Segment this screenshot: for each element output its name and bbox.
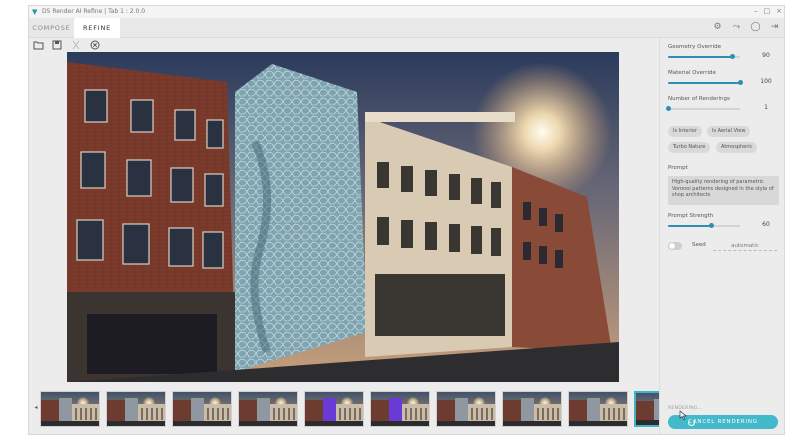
share-icon[interactable]: ⤳ xyxy=(731,22,742,33)
prompt-strength-slider: Prompt Strength 60 xyxy=(668,213,780,235)
slider-fill xyxy=(668,56,733,58)
thumbnail-win xyxy=(405,408,427,420)
slider-handle[interactable] xyxy=(665,106,671,111)
tab-compose[interactable]: COMPOSE xyxy=(29,18,74,38)
number-of-renderings-slider: Number of Renderings 1 xyxy=(665,96,780,118)
chip-turbo-nature[interactable]: Turbo Nature xyxy=(668,142,711,153)
slider-track[interactable] xyxy=(668,80,743,85)
slider-fill xyxy=(668,82,740,84)
slider-value: 100 xyxy=(760,78,772,85)
mouse-cursor-icon xyxy=(679,410,687,420)
thumbnail-street xyxy=(503,421,561,426)
folder-icon[interactable] xyxy=(32,40,44,52)
thumbnail-item[interactable] xyxy=(304,391,364,427)
thumbnail-item[interactable] xyxy=(568,391,628,427)
thumbnail-win xyxy=(537,408,559,420)
thumbnail-street xyxy=(305,421,363,426)
material-override-slider: Material Override 100 xyxy=(668,70,780,92)
prompt-label: Prompt xyxy=(668,165,688,171)
thumbnail-item[interactable] xyxy=(40,391,100,427)
top-icon-group: ⚙ ⤳ ◯ ⇥ xyxy=(712,22,780,33)
thumbnail-item[interactable] xyxy=(370,391,430,427)
slider-track[interactable] xyxy=(665,106,740,111)
settings-panel: Geometry Override 90 Material Override 1… xyxy=(659,38,784,434)
slider-label: Material Override xyxy=(668,70,716,76)
thumbnail-street xyxy=(569,421,627,426)
gear-icon[interactable]: ⚙ xyxy=(712,22,723,33)
title-bar: ▼ D5 Render AI Refine | Tab 1 : 2.0.0 – … xyxy=(29,6,784,18)
cancel-rendering-label: CANCEL RENDERING xyxy=(688,419,758,425)
slider-handle[interactable] xyxy=(730,54,736,59)
spinner-icon xyxy=(688,418,695,426)
slider-value: 60 xyxy=(762,221,770,228)
tab-refine[interactable]: REFINE xyxy=(74,18,120,38)
slider-fill xyxy=(668,225,712,227)
thumbnail-item[interactable] xyxy=(436,391,496,427)
app-logo-icon: ▼ xyxy=(32,8,38,16)
window-controls: – □ × xyxy=(754,7,782,16)
slider-track[interactable] xyxy=(668,54,740,59)
app-window: ▼ D5 Render AI Refine | Tab 1 : 2.0.0 – … xyxy=(28,5,785,435)
slider-handle[interactable] xyxy=(737,80,743,85)
thumbnail-win xyxy=(471,408,493,420)
scroll-right-button[interactable]: ▸ xyxy=(648,403,656,413)
rendered-image-canvas xyxy=(67,52,619,382)
window-title: D5 Render AI Refine | Tab 1 : 2.0.0 xyxy=(42,8,146,15)
thumbnail-item[interactable] xyxy=(106,391,166,427)
slider-value: 1 xyxy=(764,104,768,111)
circle-x-icon[interactable] xyxy=(89,40,101,52)
geometry-override-slider: Geometry Override 90 xyxy=(668,44,780,66)
seed-toggle[interactable] xyxy=(668,242,682,250)
chip-atmospheric[interactable]: Atmospheric xyxy=(716,142,758,153)
rendered-image xyxy=(67,52,619,382)
maximize-button[interactable]: □ xyxy=(764,7,771,16)
slider-value: 90 xyxy=(762,52,770,59)
save-icon[interactable] xyxy=(51,40,63,52)
thumbnail-street xyxy=(371,421,429,426)
thumbnail-win xyxy=(75,408,97,420)
slider-label: Prompt Strength xyxy=(668,213,714,219)
thumbnail-win xyxy=(141,408,163,420)
slider-label: Geometry Override xyxy=(668,44,721,50)
logout-icon[interactable]: ⇥ xyxy=(769,22,780,33)
seed-input[interactable] xyxy=(713,241,777,251)
tab-bar: COMPOSE REFINE ⚙ ⤳ ◯ ⇥ xyxy=(29,18,784,38)
thumbnail-street xyxy=(239,421,297,426)
prompt-input[interactable]: High-quality rendering of parametric Vor… xyxy=(668,176,779,205)
thumbnail-item[interactable] xyxy=(502,391,562,427)
thumbnail-strip: ◂ ▸ xyxy=(29,388,694,430)
thumbnail-street xyxy=(437,421,495,426)
thumbnail-win xyxy=(603,408,625,420)
toggle-knob xyxy=(669,243,675,249)
close-window-button[interactable]: × xyxy=(776,7,782,16)
minimize-button[interactable]: – xyxy=(754,7,758,16)
thumbnail-win xyxy=(207,408,229,420)
thumbnail-street xyxy=(173,421,231,426)
crop-icon[interactable] xyxy=(70,40,82,52)
slider-track[interactable] xyxy=(668,223,740,228)
chip-is-aerial-view[interactable]: Is Aerial View xyxy=(707,126,751,137)
slider-label: Number of Renderings xyxy=(668,96,730,102)
thumbnail-street xyxy=(107,421,165,426)
thumbnail-win xyxy=(339,408,361,420)
seed-label: Seed xyxy=(692,242,706,248)
scroll-left-button[interactable]: ◂ xyxy=(32,403,40,413)
thumbnail-item[interactable] xyxy=(172,391,232,427)
slider-handle[interactable] xyxy=(708,223,714,228)
seed-row: Seed xyxy=(668,241,780,253)
thumbnail-street xyxy=(41,421,99,426)
thumbnail-win xyxy=(273,408,295,420)
chip-is-interior[interactable]: Is Interior xyxy=(668,126,702,137)
thumbnail-item[interactable] xyxy=(238,391,298,427)
chat-icon[interactable]: ◯ xyxy=(750,22,761,33)
